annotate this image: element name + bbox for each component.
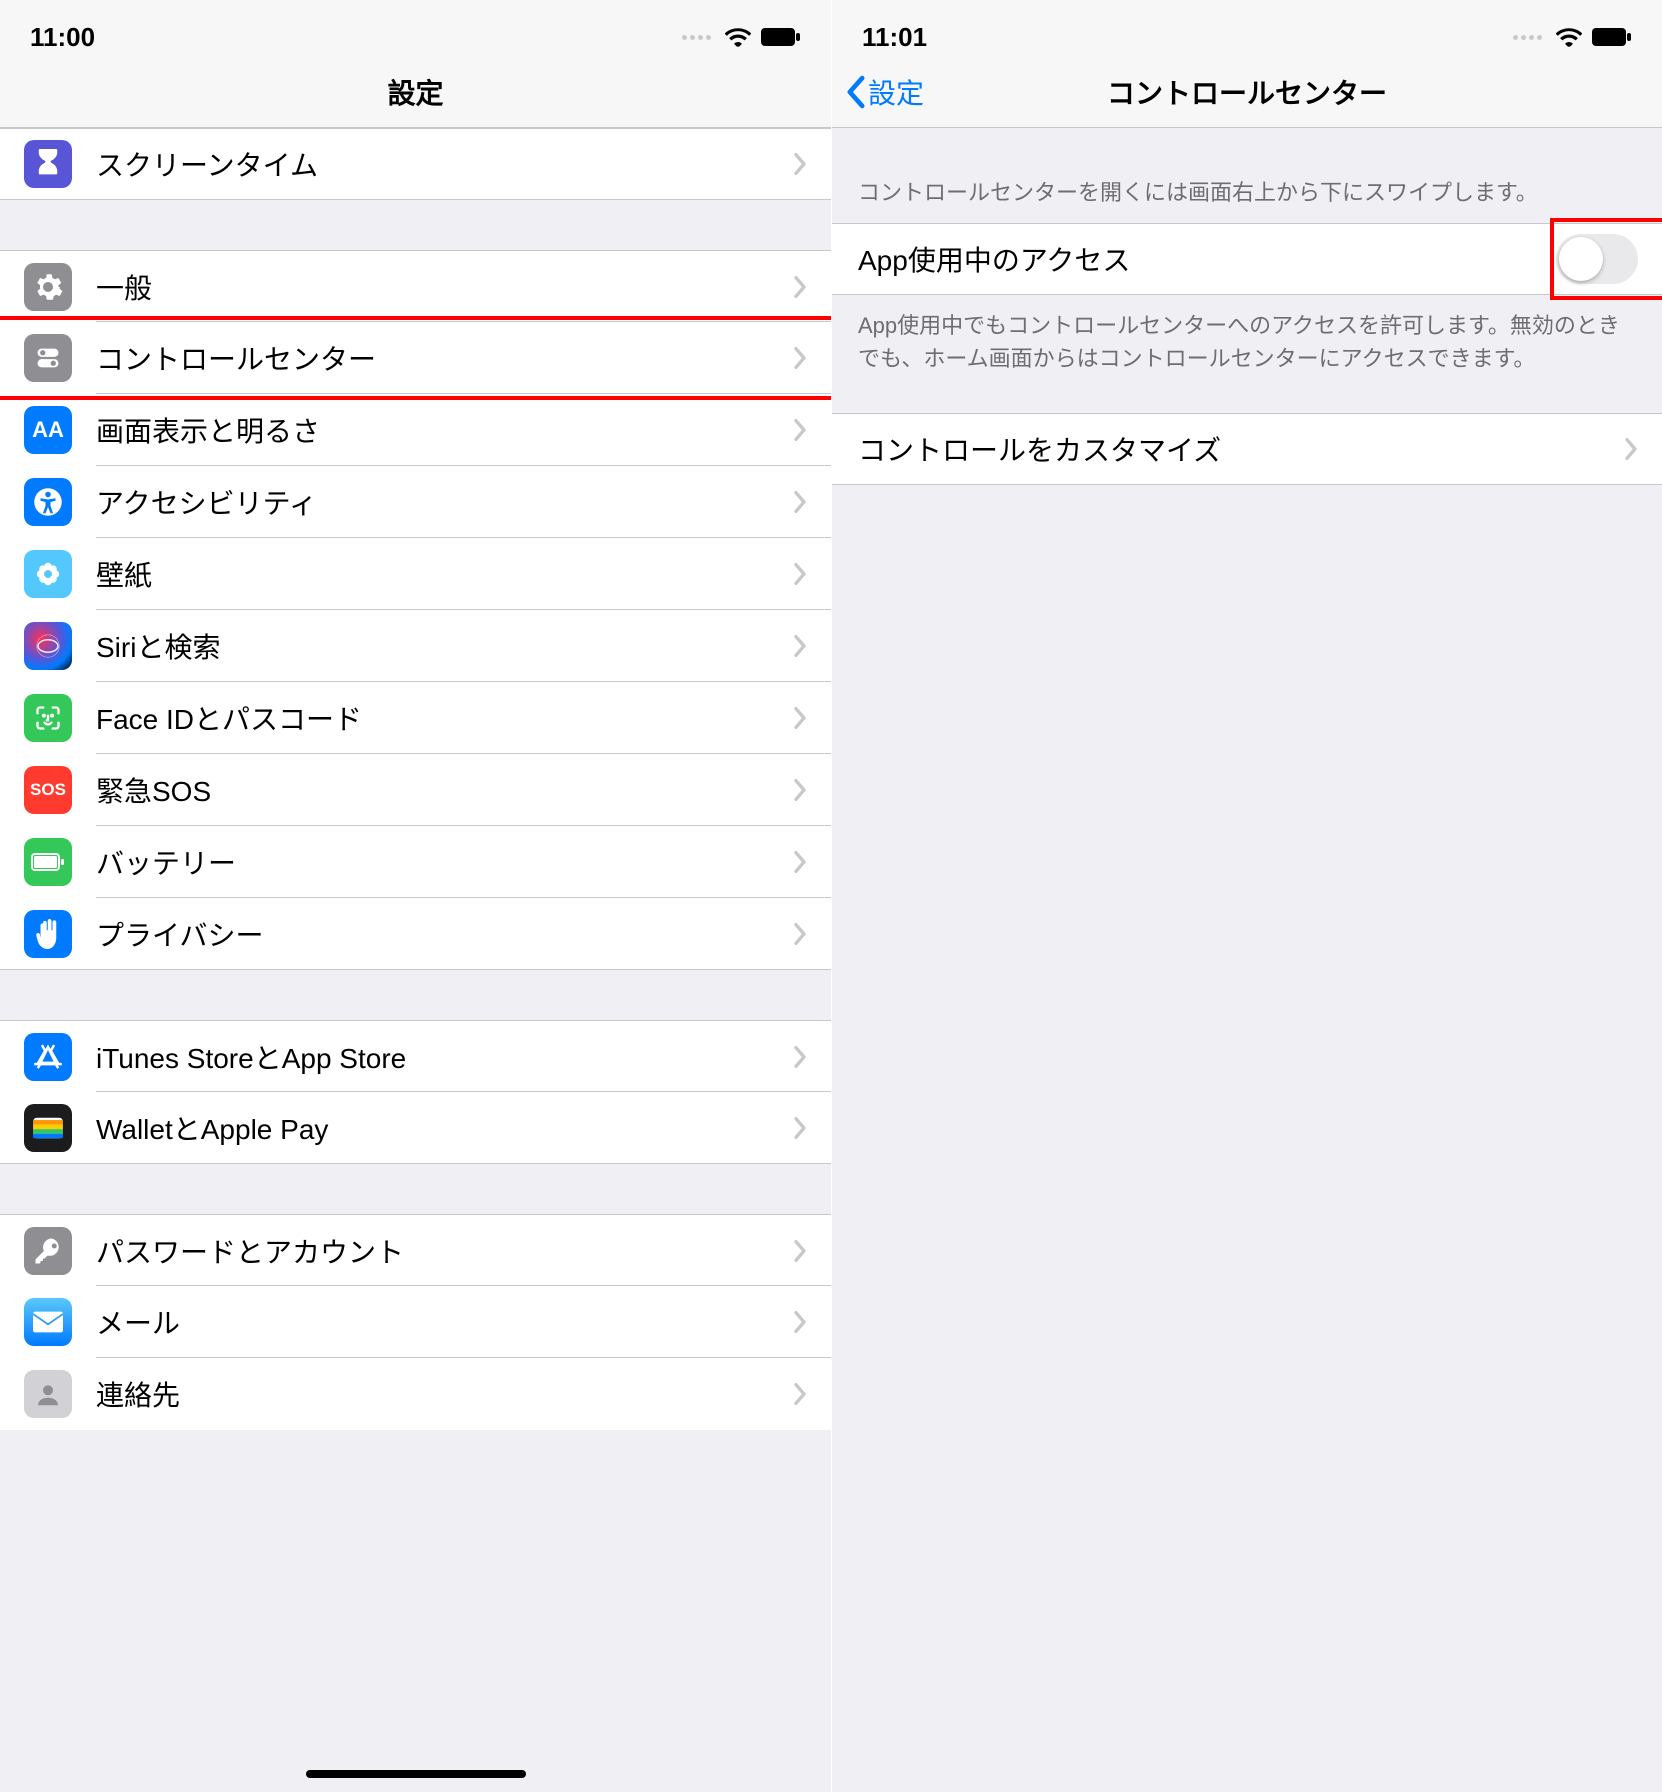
- chevron-right-icon: [793, 152, 807, 176]
- row-siri-search[interactable]: Siriと検索: [0, 610, 831, 682]
- row-label: App使用中のアクセス: [858, 239, 1556, 279]
- row-label: iTunes StoreとApp Store: [96, 1037, 793, 1077]
- status-bar: 11:00: [0, 0, 831, 56]
- row-battery[interactable]: バッテリー: [0, 826, 831, 898]
- accessibility-icon: [24, 478, 72, 526]
- row-label: プライバシー: [96, 914, 793, 954]
- toggles-icon: [24, 334, 72, 382]
- wallet-icon: [24, 1104, 72, 1152]
- siri-icon: [24, 622, 72, 670]
- row-passwords-accounts[interactable]: パスワードとアカウント: [0, 1214, 831, 1286]
- caption-access-explanation: App使用中でもコントロールセンターへのアクセスを許可します。無効のときでも、ホ…: [832, 295, 1662, 389]
- row-customize-controls[interactable]: コントロールをカスタマイズ: [832, 413, 1662, 485]
- control-center-content: コントロールセンターを開くには画面右上から下にスワイプします。 App使用中のア…: [832, 128, 1662, 1792]
- chevron-right-icon: [793, 634, 807, 658]
- nav-header: 設定 コントロールセンター: [832, 56, 1662, 128]
- row-accessibility[interactable]: アクセシビリティ: [0, 466, 831, 538]
- mail-icon: [24, 1298, 72, 1346]
- access-within-apps-toggle[interactable]: [1556, 234, 1638, 284]
- chevron-right-icon: [793, 850, 807, 874]
- chevron-right-icon: [1624, 437, 1638, 461]
- battery-full-icon: [1592, 28, 1632, 46]
- wifi-icon: [1556, 27, 1582, 47]
- home-indicator[interactable]: [306, 1770, 526, 1778]
- contacts-icon: [24, 1370, 72, 1418]
- row-label: メール: [96, 1302, 793, 1342]
- sos-icon: SOS: [24, 766, 72, 814]
- control-center-settings-screen: 11:01 設定 コントロールセンター コントロールセンターを開くには画面右上か…: [831, 0, 1662, 1792]
- row-label: パスワードとアカウント: [96, 1231, 793, 1271]
- chevron-right-icon: [793, 706, 807, 730]
- settings-list[interactable]: スクリーンタイム 一般 コントロールセンター AA: [0, 128, 831, 1792]
- aa-icon: AA: [24, 406, 72, 454]
- chevron-right-icon: [793, 778, 807, 802]
- row-label: 画面表示と明るさ: [96, 410, 793, 450]
- status-bar: 11:01: [832, 0, 1662, 56]
- row-wallet-applepay[interactable]: WalletとApple Pay: [0, 1092, 831, 1164]
- back-label: 設定: [868, 72, 924, 112]
- row-label: 連絡先: [96, 1374, 793, 1414]
- status-right: [1513, 27, 1632, 47]
- chevron-right-icon: [793, 922, 807, 946]
- pagination-dots-icon: [682, 35, 711, 40]
- row-label: 一般: [96, 267, 793, 307]
- chevron-right-icon: [793, 1382, 807, 1406]
- pagination-dots-icon: [1513, 35, 1542, 40]
- row-label: 緊急SOS: [96, 770, 793, 810]
- chevron-right-icon: [793, 490, 807, 514]
- page-title: 設定: [387, 72, 443, 112]
- back-button[interactable]: 設定: [846, 72, 924, 112]
- chevron-right-icon: [793, 1045, 807, 1069]
- appstore-icon: [24, 1033, 72, 1081]
- hourglass-icon: [24, 140, 72, 188]
- status-right: [682, 27, 801, 47]
- row-general[interactable]: 一般: [0, 250, 831, 322]
- chevron-right-icon: [793, 346, 807, 370]
- nav-header: 設定: [0, 56, 831, 128]
- faceid-icon: [24, 694, 72, 742]
- battery-full-icon: [761, 28, 801, 46]
- hand-icon: [24, 910, 72, 958]
- chevron-right-icon: [793, 1239, 807, 1263]
- row-label: Face IDとパスコード: [96, 698, 793, 738]
- row-label: 壁紙: [96, 554, 793, 594]
- chevron-right-icon: [793, 1310, 807, 1334]
- flower-icon: [24, 550, 72, 598]
- row-mail[interactable]: メール: [0, 1286, 831, 1358]
- key-icon: [24, 1227, 72, 1275]
- row-label: スクリーンタイム: [96, 144, 793, 184]
- settings-screen: 11:00 設定 スクリーンタイム: [0, 0, 831, 1792]
- row-label: コントロールをカスタマイズ: [858, 429, 1624, 469]
- row-emergency-sos[interactable]: SOS 緊急SOS: [0, 754, 831, 826]
- row-contacts[interactable]: 連絡先: [0, 1358, 831, 1430]
- chevron-right-icon: [793, 562, 807, 586]
- row-label: アクセシビリティ: [96, 482, 793, 522]
- row-privacy[interactable]: プライバシー: [0, 898, 831, 970]
- row-display-brightness[interactable]: AA 画面表示と明るさ: [0, 394, 831, 466]
- battery-icon: [24, 838, 72, 886]
- row-label: Siriと検索: [96, 626, 793, 666]
- chevron-right-icon: [793, 275, 807, 299]
- gear-icon: [24, 263, 72, 311]
- status-time: 11:01: [862, 22, 927, 53]
- status-time: 11:00: [30, 22, 95, 53]
- row-faceid-passcode[interactable]: Face IDとパスコード: [0, 682, 831, 754]
- row-label: バッテリー: [96, 842, 793, 882]
- row-label: WalletとApple Pay: [96, 1108, 793, 1148]
- row-control-center[interactable]: コントロールセンター: [0, 322, 831, 394]
- row-itunes-appstore[interactable]: iTunes StoreとApp Store: [0, 1020, 831, 1092]
- caption-open-instructions: コントロールセンターを開くには画面右上から下にスワイプします。: [832, 162, 1662, 223]
- page-title: コントロールセンター: [1107, 72, 1387, 112]
- row-wallpaper[interactable]: 壁紙: [0, 538, 831, 610]
- chevron-right-icon: [793, 1116, 807, 1140]
- chevron-right-icon: [793, 418, 807, 442]
- row-screen-time[interactable]: スクリーンタイム: [0, 128, 831, 200]
- row-access-within-apps[interactable]: App使用中のアクセス: [832, 223, 1662, 295]
- row-label: コントロールセンター: [96, 338, 793, 378]
- wifi-icon: [725, 27, 751, 47]
